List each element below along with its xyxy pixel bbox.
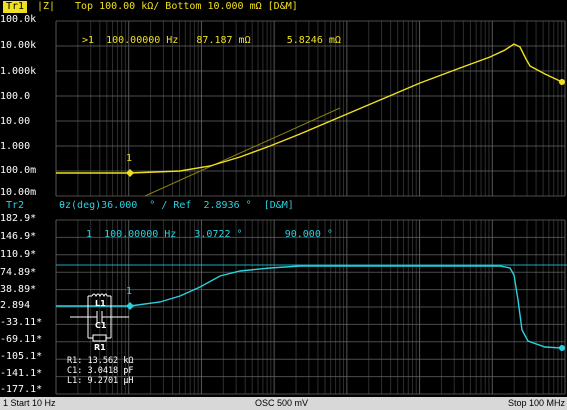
readout-value1: 87.187 mΩ: [196, 35, 251, 46]
circuit-label-r1: R1: [94, 343, 106, 352]
trace2-marker-readout: 1 100.00000 Hz 3.0722 ° 90.000 °: [86, 229, 333, 241]
readout-value2: 5.8246 mΩ: [286, 35, 341, 46]
trace1-marker[interactable]: [126, 169, 134, 177]
stop-frequency[interactable]: Stop 100 MHz: [508, 397, 565, 410]
trace2-marker[interactable]: [126, 302, 134, 310]
plot-area: 1 1 L1 C1 R1: [55, 20, 567, 395]
readout-value1: 3.0722 °: [194, 229, 243, 240]
start-frequency[interactable]: 1 Start 10 Hz: [3, 397, 56, 410]
circuit-label-l1: L1: [95, 299, 106, 308]
circuit-value-l1: L1: 9.2701 µH: [67, 376, 134, 386]
status-bar: 1 Start 10 Hz OSC 500 mV Stop 100 MHz: [0, 397, 567, 410]
trace2-marker-label: 1: [126, 286, 132, 297]
readout-id: 1: [86, 229, 93, 240]
trace1-grid: [55, 20, 566, 197]
readout-value2: 90.000 °: [284, 229, 333, 240]
equivalent-circuit-values: R1: 13.562 kΩ C1: 3.0418 pF L1: 9.2701 µ…: [67, 356, 134, 386]
readout-id: >1: [82, 35, 95, 46]
circuit-value-c1: C1: 3.0418 pF: [67, 366, 134, 376]
circuit-label-c1: C1: [95, 321, 107, 330]
trace1-end-marker: [559, 79, 565, 85]
trace2-end-marker: [559, 345, 565, 351]
osc-level[interactable]: OSC 500 mV: [255, 397, 308, 410]
analyzer-screen: Tr1 |Z| Top 100.00 kΩ/ Bottom 10.000 mΩ …: [0, 0, 567, 410]
circuit-value-r1: R1: 13.562 kΩ: [67, 356, 134, 366]
readout-freq: 100.00000 Hz: [104, 229, 177, 240]
trace1-marker-readout: >1 100.00000 Hz 87.187 mΩ 5.8246 mΩ: [82, 35, 341, 47]
readout-freq: 100.00000 Hz: [106, 35, 179, 46]
trace1-marker-label: 1: [126, 153, 132, 164]
